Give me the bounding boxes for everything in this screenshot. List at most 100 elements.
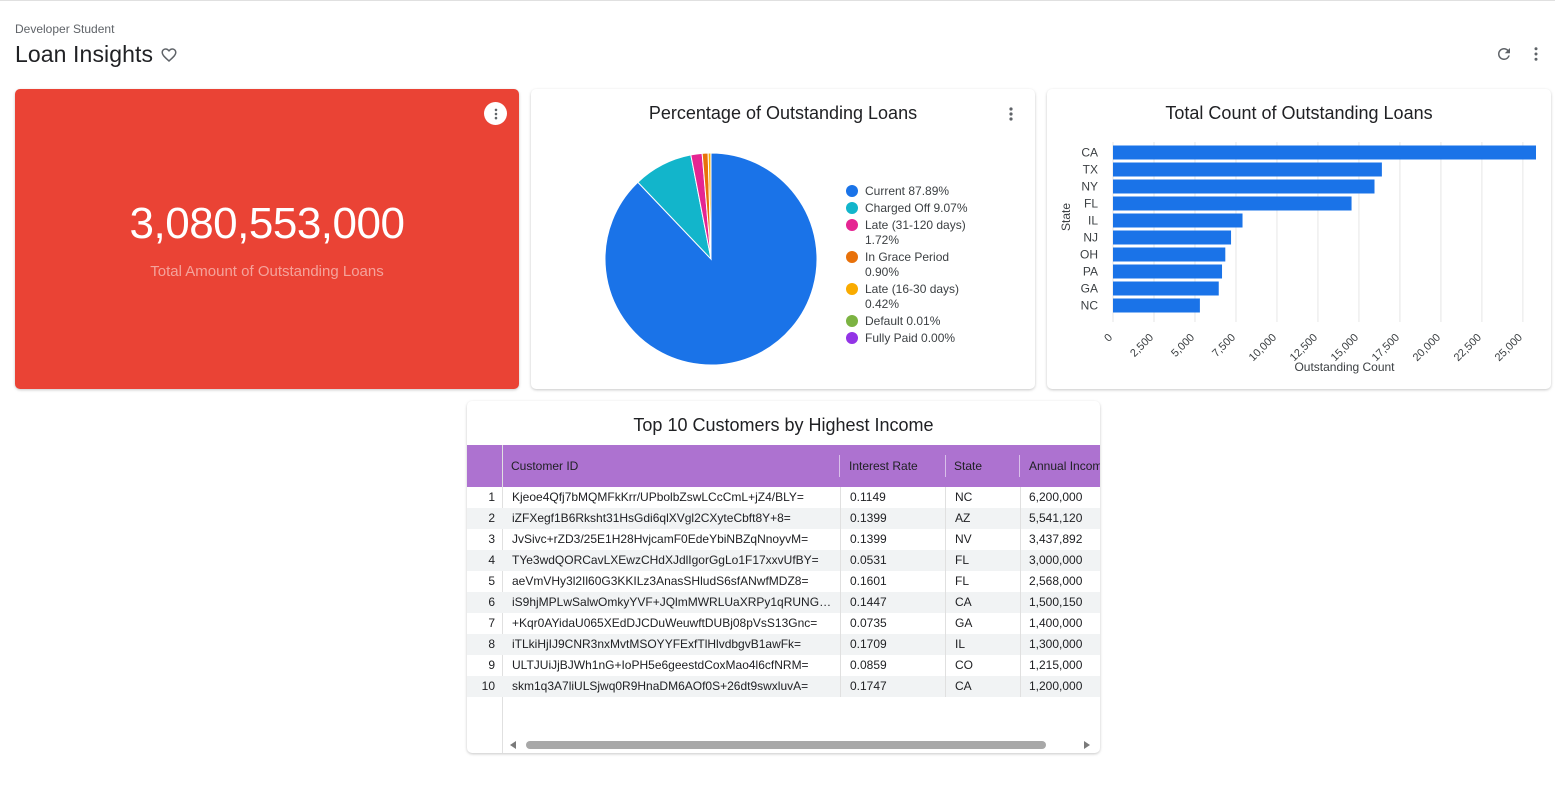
legend-item-late-31-120-days[interactable]: Late (31-120 days) 1.72% — [846, 218, 980, 248]
table-row[interactable]: 2 iZFXegf1B6Rksht31HsGdi6qlXVgl2CXyteCbft… — [467, 508, 1100, 529]
table-row[interactable]: 3 JvSivc+rZD3/25E1H28HvjcamF0EdeYbiNBZqNn… — [467, 529, 1100, 550]
interest-rate-cell: 0.0735 — [850, 616, 887, 630]
customer-id-cell: iTLkiHjIJ9CNR3nxMvtMSOYYFExfTlHlvdbgvB1a… — [512, 637, 802, 651]
bar-fl[interactable] — [1113, 196, 1352, 211]
column-divider — [1020, 487, 1021, 697]
table-row[interactable]: 10 skm1q3A7liULSjwq0R9HnaDM6AOf0S+26dt9sw… — [467, 676, 1100, 697]
legend-dot — [846, 283, 858, 295]
column-divider — [945, 487, 946, 697]
legend-item-late-16-30-days[interactable]: Late (16-30 days) 0.42% — [846, 282, 980, 312]
legend-dot — [846, 202, 858, 214]
customer-id-cell: JvSivc+rZD3/25E1H28HvjcamF0EdeYbiNBZqNno… — [512, 532, 809, 546]
bar-nj[interactable] — [1113, 230, 1232, 245]
customer-id-cell: skm1q3A7liULSjwq0R9HnaDM6AOf0S+26dt9swxl… — [512, 679, 809, 693]
bar-tx[interactable] — [1113, 162, 1382, 177]
customer-id-cell: ULTJUiJjBJWh1nG+IoPH5e6geestdCoxMao4l6cf… — [512, 658, 809, 672]
legend-item-charged-off[interactable]: Charged Off 9.07% — [846, 201, 980, 216]
annual-income-cell: 1,215,000 — [1029, 658, 1083, 672]
table-row[interactable]: 7 +Kqr0AYidaU065XEdDJCDuWeuwftDUBj08pVsS1… — [467, 613, 1100, 634]
bar-ga[interactable] — [1113, 281, 1219, 296]
state-cell: NV — [955, 532, 972, 546]
bar-ca[interactable] — [1113, 145, 1536, 160]
bar-ny[interactable] — [1113, 179, 1375, 194]
column-header-customer-id[interactable]: Customer ID — [503, 445, 838, 487]
scroll-left-arrow-icon[interactable] — [510, 741, 516, 749]
interest-rate-cell: 0.0531 — [850, 553, 887, 567]
row-index: 6 — [488, 595, 495, 609]
x-tick-label: 5,000 — [1169, 332, 1197, 360]
table-card: Top 10 Customers by Highest Income Custo… — [467, 401, 1100, 753]
category-label-il: IL — [1088, 214, 1098, 228]
category-label-nc: NC — [1081, 299, 1099, 313]
table-row[interactable]: 8 iTLkiHjIJ9CNR3nxMvtMSOYYFExfTlHlvdbgvB1… — [467, 634, 1100, 655]
scroll-right-arrow-icon[interactable] — [1084, 741, 1090, 749]
row-index: 3 — [488, 532, 495, 546]
scrollbar-thumb[interactable] — [526, 741, 1046, 749]
row-index: 1 — [488, 490, 495, 504]
interest-rate-cell: 0.1447 — [850, 595, 887, 609]
x-tick-label: 20,000 — [1411, 332, 1443, 364]
table-row[interactable]: 9 ULTJUiJjBJWh1nG+IoPH5e6geestdCoxMao4l6c… — [467, 655, 1100, 676]
x-tick-label: 2,500 — [1128, 332, 1156, 360]
state-cell: FL — [955, 553, 970, 567]
state-cell: CO — [955, 658, 973, 672]
row-index: 10 — [481, 679, 495, 693]
legend-item-default[interactable]: Default 0.01% — [846, 314, 980, 329]
y-axis-title: State — [1059, 203, 1073, 231]
category-label-tx: TX — [1083, 163, 1098, 177]
annual-income-cell: 5,541,120 — [1029, 511, 1083, 525]
legend-dot — [846, 219, 858, 231]
x-tick-label: 0 — [1102, 332, 1115, 345]
column-divider — [840, 487, 841, 697]
horizontal-scrollbar[interactable] — [505, 737, 1097, 753]
bar-il[interactable] — [1113, 213, 1243, 228]
legend-dot — [846, 251, 858, 263]
x-tick-label: 10,000 — [1247, 332, 1279, 364]
pie-more-icon[interactable] — [1005, 106, 1017, 122]
legend-label-line: Late (16-30 days) — [865, 282, 960, 296]
pie-chart[interactable] — [591, 139, 831, 379]
heart-outline-icon[interactable] — [160, 46, 178, 64]
legend-label-line: Late (31-120 days) — [865, 218, 966, 232]
x-tick-label: 25,000 — [1493, 332, 1525, 364]
more-vert-icon[interactable] — [1527, 45, 1545, 63]
legend-item-fully-paid[interactable]: Fully Paid 0.00% — [846, 331, 980, 346]
legend-label: In Grace Period 0.90% — [865, 250, 980, 280]
table-body: 1 Kjeoe4Qfj7bMQMFkKrr/UPbolbZswLCcCmL+jZ4… — [467, 487, 1100, 697]
bar-oh[interactable] — [1113, 247, 1226, 262]
annual-income-cell: 6,200,000 — [1029, 490, 1083, 504]
table-row[interactable]: 1 Kjeoe4Qfj7bMQMFkKrr/UPbolbZswLCcCmL+jZ4… — [467, 487, 1100, 508]
legend-label: Fully Paid 0.00% — [865, 331, 980, 346]
refresh-icon[interactable] — [1495, 45, 1513, 63]
state-cell: AZ — [955, 511, 971, 525]
legend-item-in-grace-period[interactable]: In Grace Period 0.90% — [846, 250, 980, 280]
column-header-interest-rate[interactable]: Interest Rate — [841, 445, 944, 487]
pie-chart-card: Percentage of Outstanding Loans Current … — [531, 89, 1035, 389]
bar-pa[interactable] — [1113, 264, 1223, 279]
customer-id-cell: TYe3wdQORCavLXEwzCHdXJdlIgorGgLo1F17xxvU… — [512, 553, 819, 567]
column-header-state[interactable]: State — [946, 445, 1018, 487]
kpi-card: 3,080,553,000 Total Amount of Outstandin… — [15, 89, 519, 389]
column-header-annual-income[interactable]: Annual Incom — [1021, 445, 1100, 487]
customer-id-cell: iZFXegf1B6Rksht31HsGdi6qlXVgl2CXyteCbft8… — [512, 511, 791, 525]
legend-label: Late (16-30 days) 0.42% — [865, 282, 980, 312]
interest-rate-cell: 0.1709 — [850, 637, 887, 651]
bar-chart-card: Total Count of Outstanding Loans CA TX NY F… — [1047, 89, 1551, 389]
category-label-ny: NY — [1081, 180, 1098, 194]
table-row[interactable]: 5 aeVmVHy3l2Il60G3KKILz3AnasSHludS6sfANwf… — [467, 571, 1100, 592]
bar-chart[interactable]: CA TX NY FL IL NJ OH PA GA NC 0 2,500 5,000 7,500 10,0… — [1047, 89, 1551, 389]
bar-nc[interactable] — [1113, 298, 1200, 313]
legend-item-current[interactable]: Current 87.89% — [846, 184, 980, 199]
table-row[interactable]: 6 iS9hjMPLwSalwOmkyYVF+JQlmMWRLUaXRPy1qRU… — [467, 592, 1100, 613]
header-separator — [839, 455, 840, 477]
legend-dot — [846, 332, 858, 344]
page-title: Loan Insights — [15, 41, 154, 67]
interest-rate-cell: 0.1399 — [850, 511, 887, 525]
table-row[interactable]: 4 TYe3wdQORCavLXEwzCHdXJdlIgorGgLo1F17xxv… — [467, 550, 1100, 571]
annual-income-cell: 2,568,000 — [1029, 574, 1083, 588]
kpi-more-icon[interactable] — [484, 102, 507, 125]
x-axis-title: Outstanding Count — [1294, 360, 1395, 374]
title-row: Loan Insights — [15, 41, 178, 68]
state-cell: NC — [955, 490, 973, 504]
pie-legend: Current 87.89% Charged Off 9.07% Late (31-… — [846, 184, 980, 348]
